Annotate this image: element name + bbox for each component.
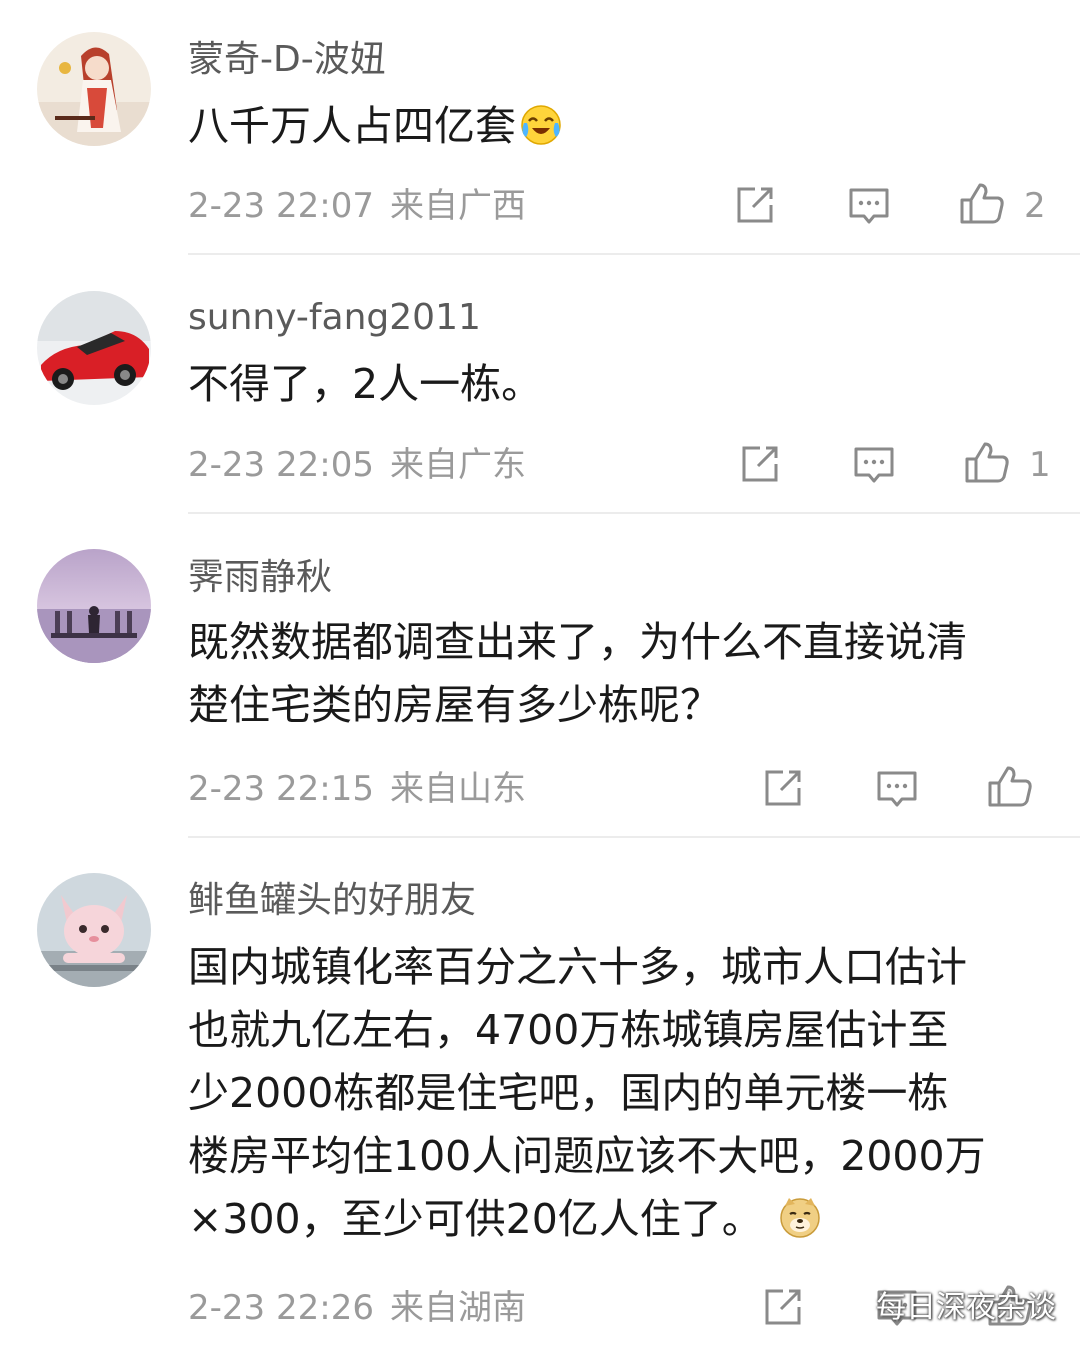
like-count: 2 (1024, 186, 1046, 226)
comment-text-line: 楼房平均住100人问题应该不大吧，2000万 (188, 1132, 986, 1180)
share-icon[interactable] (731, 181, 779, 229)
comment-time: 2-23 22:07 (188, 186, 374, 226)
crying-laughing-emoji (518, 101, 564, 147)
avatar[interactable] (37, 32, 151, 146)
comment-icon[interactable] (850, 440, 898, 488)
like-count: 1 (1029, 445, 1051, 485)
username[interactable]: 蒙奇-D-波妞 (188, 42, 386, 78)
comment-meta: 2-23 22:26 来自湖南 (188, 1291, 526, 1325)
comment-text-line: 既然数据都调查出来了，为什么不直接说清 (188, 618, 967, 666)
avatar-image (37, 549, 151, 663)
share-icon[interactable] (759, 764, 807, 812)
comment-text-line: 不得了，2人一栋。 (188, 360, 543, 408)
divider (188, 836, 1080, 838)
comment-meta: 2-23 22:07 来自广西 (188, 189, 526, 223)
username[interactable]: sunny-fang2011 (188, 300, 481, 336)
avatar-image (37, 291, 151, 405)
doge-emoji (777, 1194, 823, 1240)
username[interactable]: 鲱鱼罐头的好朋友 (188, 883, 476, 919)
thumbs-up-icon[interactable] (963, 438, 1011, 486)
comment-region: 来自山东 (389, 769, 526, 809)
comment-text-line: 八千万人占四亿套 (188, 102, 516, 150)
comment-region: 来自广东 (389, 445, 526, 485)
avatar-image (37, 32, 151, 146)
divider (188, 253, 1080, 255)
comment-region: 来自湖南 (389, 1288, 526, 1328)
comment-text: 既然数据都调查出来了，为什么不直接说清 楚住宅类的房屋有多少栋呢？ (188, 611, 1058, 737)
divider (188, 512, 1080, 514)
comment-time: 2-23 22:15 (188, 769, 374, 809)
comment-text-line: 也就九亿左右，4700万栋城镇房屋估计至 (188, 1006, 949, 1054)
comment-icon[interactable] (873, 764, 921, 812)
comment-icon[interactable] (845, 181, 893, 229)
watermark-text: 每日深夜杂谈 (876, 1290, 1056, 1325)
comment-text: 国内城镇化率百分之六十多，城市人口估计 也就九亿左右，4700万栋城镇房屋估计至… (188, 936, 1058, 1251)
comment-text: 八千万人占四亿套 (188, 95, 1058, 158)
watermark: 每日深夜杂谈 (832, 1282, 1056, 1326)
thumbs-up-icon[interactable] (958, 179, 1006, 227)
comment-meta: 2-23 22:15 来自山东 (188, 772, 526, 806)
wechat-icon (832, 1287, 872, 1321)
avatar[interactable] (37, 549, 151, 663)
comment-time: 2-23 22:05 (188, 445, 374, 485)
share-icon[interactable] (759, 1283, 807, 1331)
comment-time: 2-23 22:26 (188, 1288, 374, 1328)
comment-region: 来自广西 (389, 186, 526, 226)
thumbs-up-icon[interactable] (986, 762, 1034, 810)
comment-text-line: 国内城镇化率百分之六十多，城市人口估计 (188, 943, 967, 991)
comment-text-line: 少2000栋都是住宅吧，国内的单元楼一栋 (188, 1069, 949, 1117)
comment-text-line: 楚住宅类的房屋有多少栋呢？ (188, 681, 721, 729)
avatar[interactable] (37, 291, 151, 405)
avatar[interactable] (37, 873, 151, 987)
share-icon[interactable] (736, 440, 784, 488)
avatar-image (37, 873, 151, 987)
comment-text: 不得了，2人一栋。 (188, 353, 1058, 416)
comment-text-line: ×300，至少可供20亿人住了。 (188, 1195, 763, 1243)
username[interactable]: 霁雨静秋 (188, 560, 332, 596)
comment-meta: 2-23 22:05 来自广东 (188, 448, 526, 482)
